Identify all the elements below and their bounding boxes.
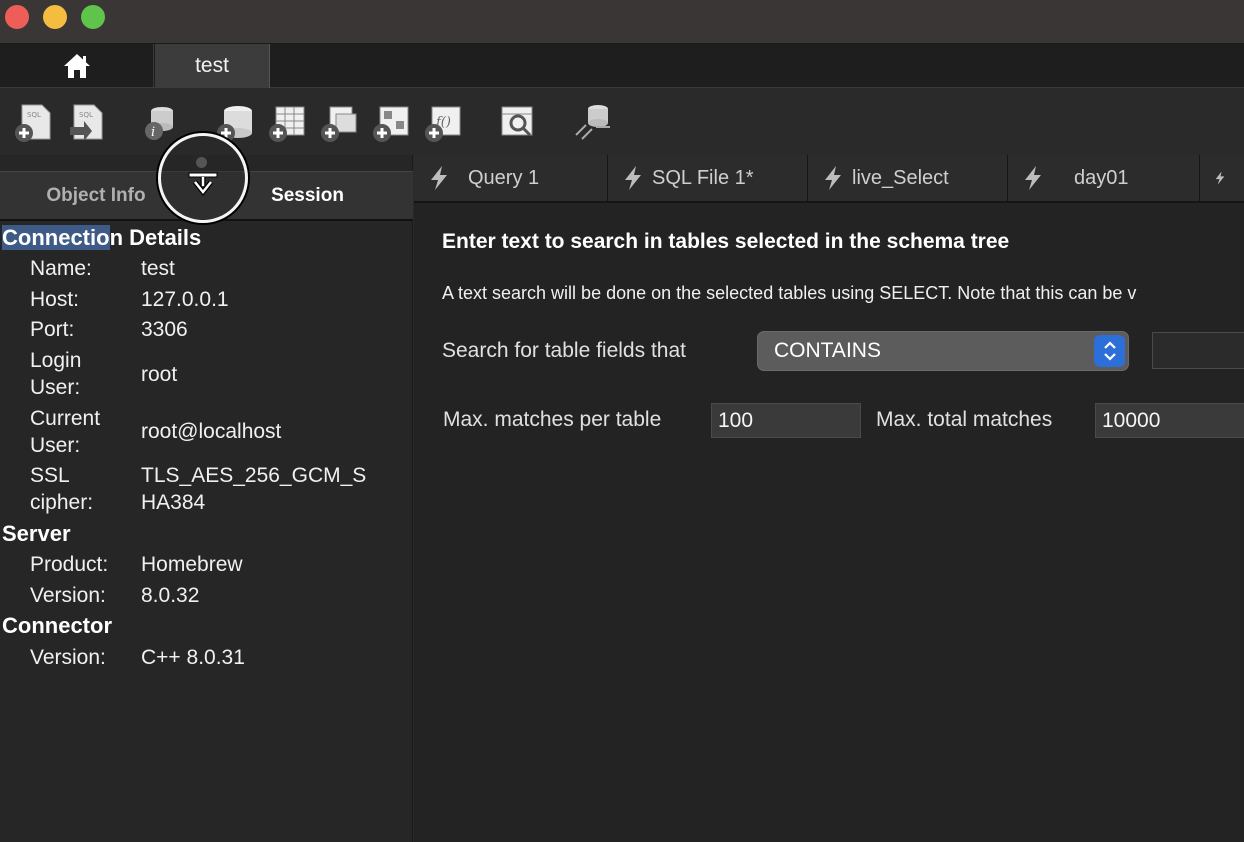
tab-query-1[interactable]: Query 1 [414, 155, 608, 201]
panel-description: A text search will be done on the select… [442, 283, 1137, 303]
max-per-table-input[interactable]: 100 [711, 403, 861, 438]
lightning-icon [431, 166, 447, 190]
tab-label: SQL File 1* [652, 166, 754, 189]
open-sql-file-icon: SQL [70, 104, 103, 141]
lightning-icon [825, 166, 841, 190]
tab-label: live_Select [852, 166, 949, 189]
name-label: Name: [30, 257, 92, 280]
host-value: 127.0.0.1 [141, 288, 229, 311]
tab-label: day01 [1074, 166, 1129, 189]
create-function-icon: f() [425, 106, 461, 142]
lightning-icon [1025, 166, 1041, 190]
new-sql-tab-icon: SQL [15, 104, 51, 142]
create-procedure-button[interactable] [370, 101, 414, 145]
connection-tab-strip: test [0, 44, 1244, 88]
svg-text:SQL: SQL [79, 111, 93, 119]
reconnect-icon [575, 105, 610, 140]
zoom-window-button[interactable] [81, 5, 105, 29]
schema-inspector-button[interactable]: i [140, 101, 184, 145]
connection-tab-test[interactable]: test [155, 44, 270, 88]
chevron-up-down-icon [1103, 341, 1116, 361]
new-sql-tab-button[interactable]: SQL [12, 101, 56, 145]
tab-day01[interactable]: day01 [1008, 155, 1200, 201]
search-fields-label: Search for table fields that [442, 339, 686, 362]
connector-heading: Connector [2, 613, 112, 638]
create-table-button[interactable] [266, 101, 310, 145]
minimize-window-button[interactable] [43, 5, 67, 29]
tab-label: Query 1 [468, 166, 540, 189]
connector-version-value: C++ 8.0.31 [141, 646, 245, 669]
search-operator-select[interactable]: CONTAINS [757, 331, 1129, 371]
port-label: Port: [30, 318, 75, 341]
ssl-cipher-label-line1: SSL [30, 464, 70, 487]
current-user-value: root@localhost [141, 420, 282, 443]
svg-text:i: i [151, 125, 155, 140]
server-version-label: Version: [30, 584, 106, 607]
current-user-label-line2: User: [30, 434, 81, 457]
query-tab-strip: Query 1 SQL File 1* live_Select day01 [414, 155, 1244, 203]
login-user-label-line2: User: [30, 376, 81, 399]
panel-title: Enter text to search in tables selected … [442, 230, 1010, 253]
product-label: Product: [30, 553, 109, 576]
max-per-table-label: Max. matches per table [443, 408, 662, 431]
resize-cursor-icon [188, 172, 218, 197]
current-user-label-line1: Current [30, 407, 101, 430]
home-tab[interactable] [0, 44, 154, 88]
create-view-icon [321, 106, 357, 142]
lightning-icon [1215, 171, 1225, 185]
schema-inspector-icon: i [145, 107, 173, 140]
tab-sql-file-1[interactable]: SQL File 1* [608, 155, 808, 201]
connector-version-label: Version: [30, 646, 106, 669]
create-view-button[interactable] [318, 101, 362, 145]
max-total-label: Max. total matches [876, 408, 1053, 431]
connection-details-heading: Connection Details [2, 225, 202, 250]
search-table-data-icon [501, 106, 533, 137]
create-function-button[interactable]: f() [422, 101, 466, 145]
server-version-value: 8.0.32 [141, 584, 200, 607]
home-icon [63, 54, 90, 78]
product-value: Homebrew [141, 553, 243, 576]
tab-more[interactable] [1200, 155, 1244, 201]
svg-text:SQL: SQL [27, 111, 41, 119]
tab-live-select[interactable]: live_Select [808, 155, 1008, 201]
search-operator-value: CONTAINS [774, 339, 881, 362]
ssl-cipher-value-line1: TLS_AES_256_GCM_S [141, 464, 367, 487]
close-window-button[interactable] [5, 5, 29, 29]
host-label: Host: [30, 288, 80, 311]
open-sql-file-button[interactable]: SQL [64, 101, 108, 145]
port-value: 3306 [141, 318, 188, 341]
search-text-input[interactable] [1152, 332, 1244, 369]
reconnect-button[interactable] [572, 101, 616, 145]
title-bar [0, 0, 1244, 44]
ssl-cipher-value-line2: HA384 [141, 491, 206, 514]
search-table-data-panel: Enter text to search in tables selected … [414, 203, 1244, 842]
login-user-value: root [141, 363, 178, 386]
select-stepper[interactable] [1094, 335, 1125, 367]
ssl-cipher-label-line2: cipher: [30, 491, 94, 514]
name-value: test [141, 257, 175, 280]
search-table-data-button[interactable] [496, 101, 540, 145]
cursor-dot [196, 157, 207, 168]
create-procedure-icon [373, 106, 409, 142]
max-total-input[interactable]: 10000 [1095, 403, 1244, 438]
lightning-icon [625, 166, 641, 190]
create-table-icon [269, 106, 305, 142]
login-user-label-line1: Login [30, 349, 82, 372]
server-heading: Server [2, 521, 71, 546]
